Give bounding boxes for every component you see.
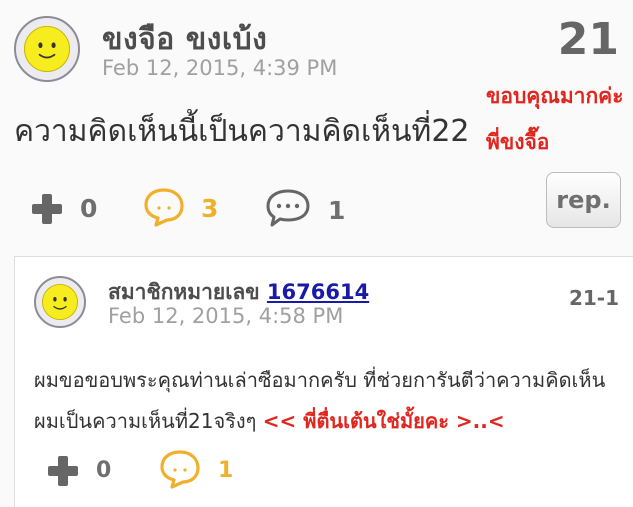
reply-button[interactable]: rep. [546, 172, 621, 228]
emotion-icon[interactable] [142, 186, 186, 228]
plus-count: 0 [80, 194, 98, 223]
reply-plus-count: 0 [96, 458, 112, 483]
annotation-line-1: ขอบคุณมากค่ะ [486, 84, 624, 108]
annotation-line-2: พี่ขงจื๊อ [486, 130, 550, 154]
member-id-link[interactable]: 1676614 [267, 280, 369, 304]
reply-author-avatar[interactable] [34, 276, 86, 328]
plus-icon[interactable] [48, 456, 78, 486]
reply-emotion-count: 1 [218, 458, 234, 483]
reply-body-highlight: << พี่ตื่นเต้นใช่มั้ยคะ >..< [262, 409, 505, 433]
smiley-avatar-icon [23, 25, 71, 73]
emotion-icon[interactable] [158, 448, 202, 490]
comment-body: ความคิดเห็นนี้เป็นความคิดเห็นที่22 [14, 114, 470, 149]
comment-number: 21 [557, 14, 619, 65]
member-prefix: สมาชิกหมายเลข [108, 280, 260, 304]
plus-icon[interactable] [32, 194, 62, 224]
smiley-avatar-icon [42, 284, 78, 320]
speech-bubble-icon[interactable] [264, 187, 312, 229]
reply-date: Feb 12, 2015, 4:58 PM [108, 304, 344, 328]
author-avatar[interactable] [14, 16, 80, 82]
reply-number: 21-1 [568, 286, 619, 310]
comment-date: Feb 12, 2015, 4:39 PM [102, 56, 338, 80]
emotion-count: 3 [201, 194, 219, 223]
reply-count: 1 [328, 196, 346, 225]
reply-body: ผมขอขอบพระคุณท่านเล่าซือมากครับ ที่ช่วยก… [34, 360, 624, 442]
